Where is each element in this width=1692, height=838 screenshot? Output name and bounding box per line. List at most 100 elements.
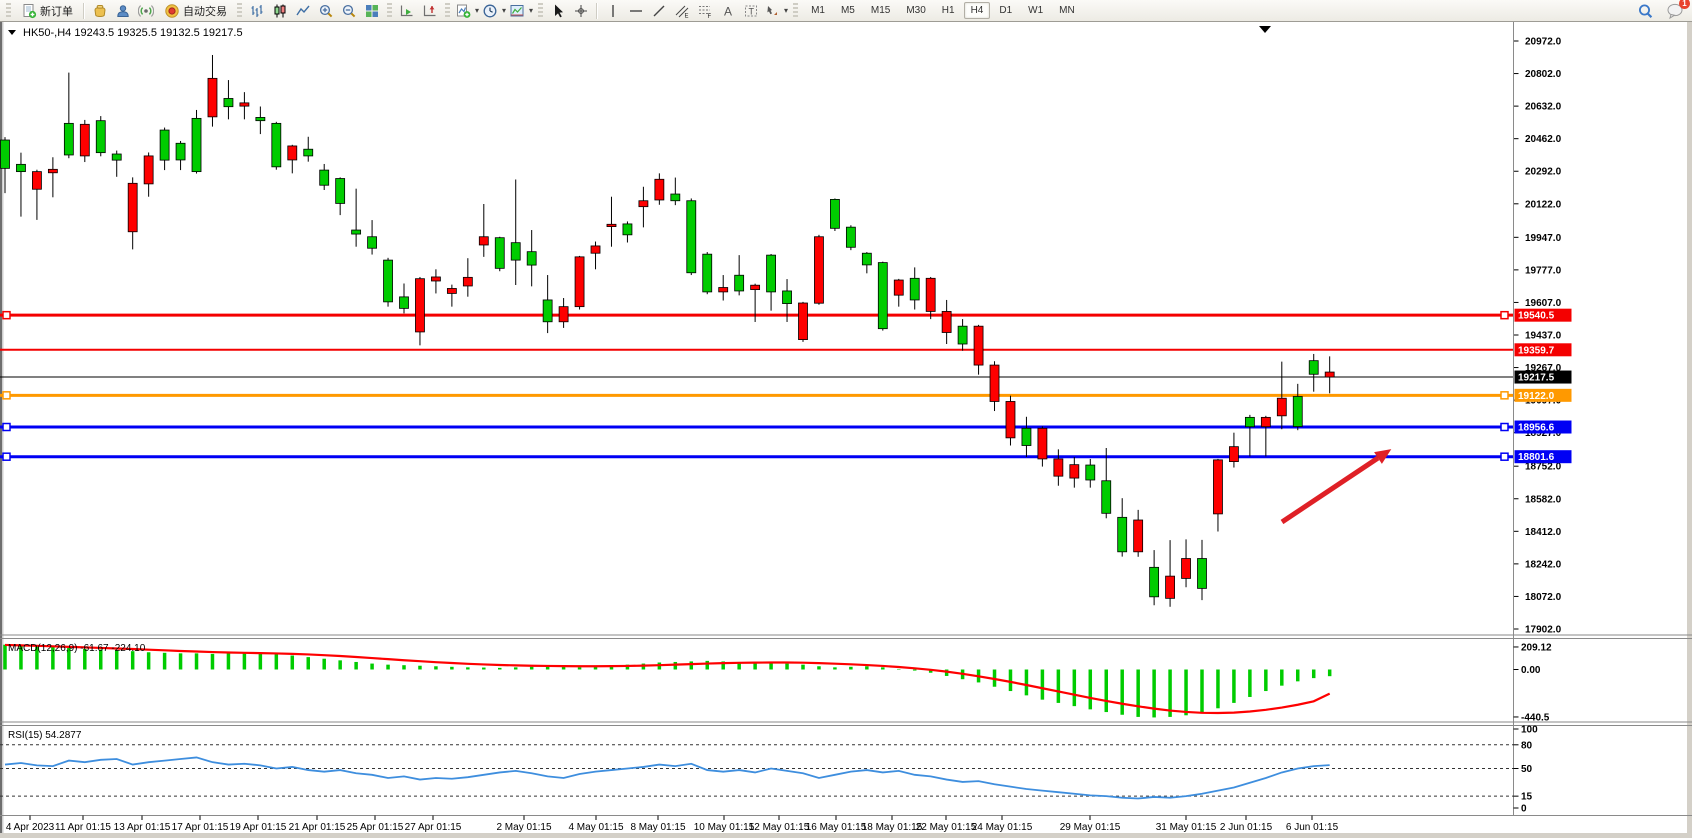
bar-chart-mode-button[interactable]	[246, 1, 268, 21]
svg-text:T: T	[749, 6, 755, 16]
zoom-in-icon	[318, 3, 334, 19]
svg-text:0.00: 0.00	[1521, 665, 1541, 676]
toolbar-grip[interactable]	[793, 3, 798, 19]
svg-text:25 Apr 01:15: 25 Apr 01:15	[347, 822, 404, 833]
hline-handle[interactable]	[1501, 392, 1508, 399]
templates-button[interactable]: ▾	[508, 1, 534, 21]
fibonacci-icon: F	[697, 3, 713, 19]
clock-icon	[482, 3, 498, 19]
svg-text:18072.0: 18072.0	[1525, 592, 1562, 603]
templates-icon	[509, 3, 525, 19]
svg-text:19359.7: 19359.7	[1518, 345, 1555, 356]
rsi-label: RSI(15) 54.2877	[8, 730, 82, 741]
price-chart-canvas[interactable]: 20972.020802.020632.020462.020292.020122…	[0, 22, 1692, 838]
svg-text:20292.0: 20292.0	[1525, 167, 1562, 178]
hline-handle[interactable]	[3, 453, 10, 460]
svg-text:20122.0: 20122.0	[1525, 199, 1562, 210]
auto-trading-label: 自动交易	[183, 3, 227, 19]
macd-label: MACD(12,26,9) -61.67 -224.10	[8, 643, 146, 654]
new-order-label: 新订单	[40, 3, 73, 19]
chat-notification-badge: 1	[1679, 0, 1690, 9]
price-level-badge: 19359.7	[1515, 343, 1572, 356]
hline-handle[interactable]	[1501, 424, 1508, 431]
periods-button[interactable]: ▾	[481, 1, 507, 21]
text-label-icon: T	[743, 3, 759, 19]
timeframe-d1-button[interactable]: D1	[992, 2, 1019, 19]
hline-handle[interactable]	[3, 312, 10, 319]
trendline-tool-button[interactable]	[648, 1, 670, 21]
svg-text:22 May 01:15: 22 May 01:15	[916, 822, 977, 833]
timeframe-m15-button[interactable]: M15	[864, 2, 897, 19]
svg-text:21 Apr 01:15: 21 Apr 01:15	[289, 822, 346, 833]
fibonacci-tool-button[interactable]: F	[694, 1, 716, 21]
arrows-tool-button[interactable]: ▾	[763, 1, 789, 21]
timeframe-mn-button[interactable]: MN	[1052, 2, 1082, 19]
svg-text:13 Apr 01:15: 13 Apr 01:15	[114, 822, 171, 833]
svg-text:19 Apr 01:15: 19 Apr 01:15	[230, 822, 287, 833]
auto-trading-icon	[164, 3, 180, 19]
templates-dropdown-caret[interactable]: ▾	[529, 6, 533, 15]
candlestick-mode-button[interactable]	[269, 1, 291, 21]
arrows-dropdown-caret[interactable]: ▾	[784, 6, 788, 15]
svg-text:18582.0: 18582.0	[1525, 494, 1562, 505]
svg-text:80: 80	[1521, 740, 1533, 751]
toolbar-grip[interactable]	[6, 3, 11, 19]
toolbar-separator	[596, 3, 598, 19]
chat-button[interactable]: 1	[1664, 1, 1686, 21]
search-button[interactable]	[1634, 1, 1656, 21]
text-tool-button[interactable]: A	[717, 1, 739, 21]
svg-text:6 Jun 01:15: 6 Jun 01:15	[1286, 822, 1339, 833]
price-level-badge: 18956.6	[1515, 421, 1572, 434]
toolbar-grip[interactable]	[445, 3, 450, 19]
hline-handle[interactable]	[1501, 453, 1508, 460]
timeframe-h4-button[interactable]: H4	[964, 2, 991, 19]
horizontal-line-tool-button[interactable]	[625, 1, 647, 21]
toolbar-grip[interactable]	[387, 3, 392, 19]
timeframe-m1-button[interactable]: M1	[804, 2, 832, 19]
hline-handle[interactable]	[1501, 312, 1508, 319]
svg-text:15: 15	[1521, 792, 1533, 803]
community-button[interactable]	[112, 1, 134, 21]
channel-tool-button[interactable]: E	[671, 1, 693, 21]
label-tool-button[interactable]: T	[740, 1, 762, 21]
indicators-dropdown-caret[interactable]: ▾	[475, 6, 479, 15]
horizontal-line-icon	[628, 3, 644, 19]
main-toolbar: 新订单 自动交易 ▾ ▾ ▾ E F A T	[0, 0, 1692, 22]
svg-text:2 Jun 01:15: 2 Jun 01:15	[1220, 822, 1273, 833]
new-order-button[interactable]: 新订单	[15, 1, 79, 21]
hline-handle[interactable]	[3, 424, 10, 431]
auto-trading-button[interactable]: 自动交易	[158, 1, 233, 21]
timeframe-w1-button[interactable]: W1	[1021, 2, 1050, 19]
zoom-out-button[interactable]	[338, 1, 360, 21]
hline-handle[interactable]	[3, 392, 10, 399]
indicators-button[interactable]: ▾	[454, 1, 480, 21]
chart-area[interactable]: 20972.020802.020632.020462.020292.020122…	[0, 22, 1692, 838]
svg-text:18752.0: 18752.0	[1525, 462, 1562, 473]
svg-text:18242.0: 18242.0	[1525, 559, 1562, 570]
timeframe-m5-button[interactable]: M5	[834, 2, 862, 19]
line-chart-mode-button[interactable]	[292, 1, 314, 21]
svg-text:31 May 01:15: 31 May 01:15	[1156, 822, 1217, 833]
svg-text:19607.0: 19607.0	[1525, 298, 1562, 309]
zoom-out-icon	[341, 3, 357, 19]
crosshair-tool-button[interactable]	[570, 1, 592, 21]
cursor-tool-button[interactable]	[547, 1, 569, 21]
auto-scroll-button[interactable]	[396, 1, 418, 21]
toolbar-grip[interactable]	[538, 3, 543, 19]
svg-text:16 May 01:15: 16 May 01:15	[806, 822, 867, 833]
svg-text:29 May 01:15: 29 May 01:15	[1060, 822, 1121, 833]
svg-text:HK50-,H4 19243.5 19325.5 1913: HK50-,H4 19243.5 19325.5 19132.5 19217.5	[23, 27, 243, 39]
toolbar-grip[interactable]	[237, 3, 242, 19]
timeframe-h1-button[interactable]: H1	[935, 2, 962, 19]
tile-windows-button[interactable]	[361, 1, 383, 21]
vertical-line-tool-button[interactable]	[602, 1, 624, 21]
periods-dropdown-caret[interactable]: ▾	[502, 6, 506, 15]
timeframe-m30-button[interactable]: M30	[899, 2, 932, 19]
market-button[interactable]	[89, 1, 111, 21]
chart-shift-button[interactable]	[419, 1, 441, 21]
signals-button[interactable]	[135, 1, 157, 21]
zoom-in-button[interactable]	[315, 1, 337, 21]
svg-text:0: 0	[1521, 804, 1527, 815]
cursor-icon	[550, 3, 566, 19]
svg-text:12 May 01:15: 12 May 01:15	[749, 822, 810, 833]
